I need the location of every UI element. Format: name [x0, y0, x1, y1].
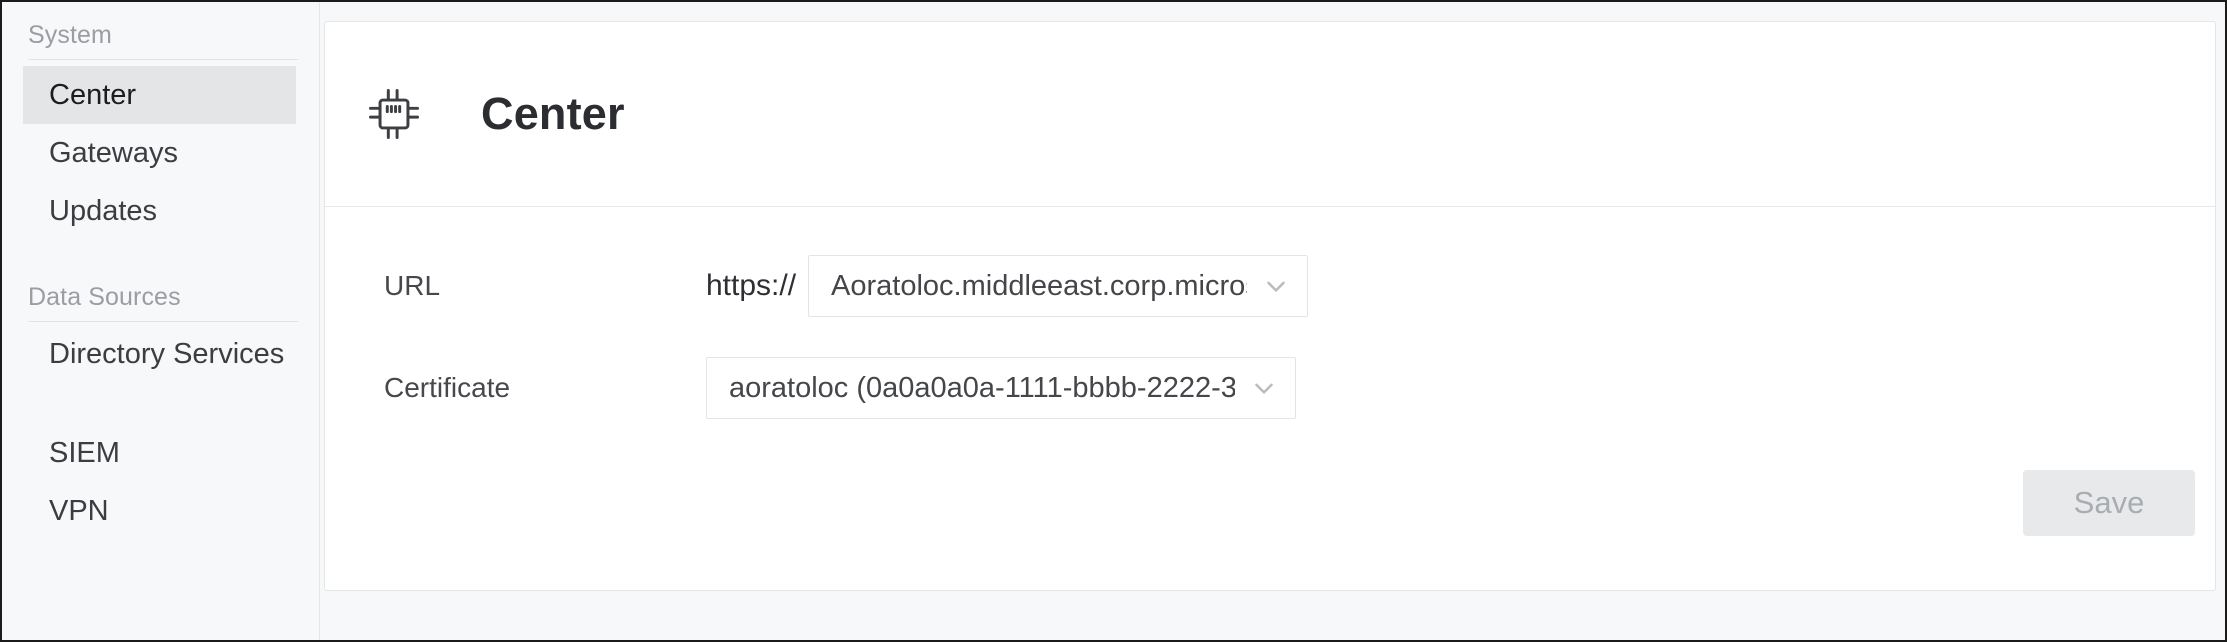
certificate-control: aoratoloc (0a0a0a0a-1111-bbbb-2222-3c3 .…: [706, 357, 1296, 419]
chevron-down-icon: [1267, 281, 1285, 292]
chip-icon: [369, 89, 419, 139]
sidebar-navigation: System Center Gateways Updates Data Sour…: [2, 2, 320, 640]
certificate-dropdown-value: aoratoloc (0a0a0a0a-1111-bbbb-2222-3c3 .…: [729, 372, 1235, 404]
sidebar-item-directory-services[interactable]: Directory Services: [23, 328, 296, 424]
save-button[interactable]: Save: [2023, 470, 2195, 536]
certificate-dropdown[interactable]: aoratoloc (0a0a0a0a-1111-bbbb-2222-3c3 .…: [706, 357, 1296, 419]
sidebar-item-label: Center: [49, 79, 137, 111]
sidebar-section-header-data-sources: Data Sources: [28, 282, 298, 322]
url-dropdown[interactable]: Aoratoloc.middleeast.corp.microsoft.c...: [808, 255, 1309, 317]
sidebar-item-label: Gateways: [49, 137, 178, 169]
sidebar-item-siem[interactable]: SIEM: [23, 424, 296, 482]
main-content: Center URL https:// Aoratoloc.middleeast…: [320, 2, 2225, 640]
sidebar-item-label: SIEM: [49, 437, 120, 469]
sidebar-item-vpn[interactable]: VPN: [23, 482, 296, 540]
page-title: Center: [481, 88, 625, 139]
sidebar-section-header-system: System: [28, 20, 298, 60]
url-scheme-prefix: https://: [706, 269, 797, 302]
sidebar-item-label: VPN: [49, 495, 109, 527]
url-control: https:// Aoratoloc.middleeast.corp.micro…: [706, 255, 1309, 317]
sidebar-section-system: System Center Gateways Updates: [2, 20, 319, 240]
center-settings-card: Center URL https:// Aoratoloc.middleeast…: [324, 21, 2216, 591]
chevron-down-icon: [1255, 383, 1273, 394]
card-header: Center: [325, 22, 2215, 207]
url-dropdown-value: Aoratoloc.middleeast.corp.microsoft.c...: [831, 270, 1247, 302]
sidebar-item-center[interactable]: Center: [23, 66, 296, 124]
sidebar-item-gateways[interactable]: Gateways: [23, 124, 296, 182]
sidebar-section-data-sources: Data Sources Directory Services SIEM VPN: [2, 282, 319, 540]
url-label: URL: [384, 270, 441, 301]
certificate-label: Certificate: [384, 372, 511, 403]
sidebar-item-label: Updates: [49, 195, 158, 227]
settings-window: System Center Gateways Updates Data Sour…: [0, 0, 2227, 642]
card-body: URL https:// Aoratoloc.middleeast.corp.m…: [325, 207, 2215, 590]
form-row-url: URL https:// Aoratoloc.middleeast.corp.m…: [325, 250, 2215, 322]
sidebar-item-updates[interactable]: Updates: [23, 182, 296, 240]
form-row-certificate: Certificate aoratoloc (0a0a0a0a-1111-bbb…: [325, 352, 2215, 424]
sidebar-item-label: Directory Services: [49, 338, 285, 370]
